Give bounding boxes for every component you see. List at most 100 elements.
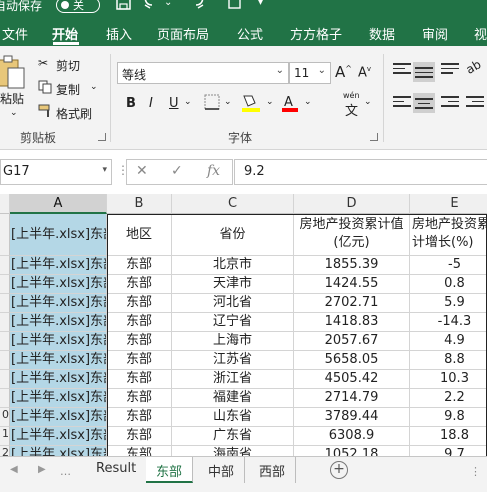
cell-province[interactable]: 山东省 xyxy=(172,408,294,427)
align-left-icon[interactable] xyxy=(393,93,411,109)
cell-investment[interactable]: 6308.9 xyxy=(294,427,410,446)
cell-province[interactable]: 北京市 xyxy=(172,256,294,275)
cell-province[interactable]: 江苏省 xyxy=(172,351,294,370)
cell-province[interactable]: 海南省 xyxy=(172,446,294,456)
tab-view[interactable]: 视 xyxy=(474,24,487,43)
cell-province[interactable]: 广东省 xyxy=(172,427,294,446)
decrease-indent-icon[interactable] xyxy=(466,93,484,109)
row-header[interactable] xyxy=(0,313,10,332)
align-right-icon[interactable] xyxy=(441,93,459,109)
bold-button[interactable]: B xyxy=(126,96,136,111)
cell-province[interactable]: 浙江省 xyxy=(172,370,294,389)
cell-investment[interactable]: 1855.39 xyxy=(294,256,410,275)
new-file-icon[interactable] xyxy=(228,0,242,15)
cell-investment[interactable]: 4505.42 xyxy=(294,370,410,389)
fill-color-dropdown-icon[interactable]: ⌄ xyxy=(266,97,274,107)
tab-review[interactable]: 审阅 xyxy=(422,24,448,43)
cell-region[interactable]: 东部 xyxy=(107,256,172,275)
cut-button[interactable]: 剪切 xyxy=(56,57,80,74)
cell-source[interactable]: [上半年.xlsx]东部 xyxy=(10,256,107,275)
row-header[interactable] xyxy=(0,370,10,389)
scroll-left-icon[interactable]: ◀ xyxy=(10,464,18,475)
sheet-tab-result[interactable]: Result xyxy=(86,457,148,483)
cell-region[interactable]: 东部 xyxy=(107,389,172,408)
cell-growth[interactable]: -5 xyxy=(410,256,487,275)
cell-source[interactable]: [上半年.xlsx]东部 xyxy=(10,294,107,313)
cell-growth[interactable]: 10.3 xyxy=(410,370,487,389)
column-header-d[interactable]: D xyxy=(294,194,410,214)
name-box[interactable]: G17 ▾ xyxy=(0,159,112,185)
format-painter-button[interactable]: 格式刷 xyxy=(56,105,92,122)
tab-insert[interactable]: 插入 xyxy=(106,24,132,43)
cell-source[interactable]: [上半年.xlsx]东部 xyxy=(10,313,107,332)
column-header-c[interactable]: C xyxy=(172,194,294,214)
cell-source[interactable]: [上半年.xlsx]东部 xyxy=(10,351,107,370)
decrease-font-icon[interactable]: Av xyxy=(358,65,371,80)
tab-formulas[interactable]: 公式 xyxy=(237,24,263,43)
cell-e-header[interactable]: 房地产投资累计增长(%) xyxy=(410,214,487,256)
cell-source[interactable]: [上半年.xlsx]东部 xyxy=(10,370,107,389)
increase-font-icon[interactable]: A^ xyxy=(335,63,352,81)
cell-province[interactable]: 福建省 xyxy=(172,389,294,408)
orientation-icon[interactable]: ab xyxy=(464,57,484,77)
column-header-b[interactable]: B xyxy=(107,194,172,214)
undo-dropdown-icon[interactable]: ⌄ xyxy=(164,0,172,8)
row-header[interactable] xyxy=(0,275,10,294)
font-size-combo[interactable]: 11 ⌄ xyxy=(289,62,331,84)
cell-source[interactable]: [上半年.xlsx]东部 xyxy=(10,408,107,427)
tab-file[interactable]: 文件 xyxy=(2,24,28,43)
cut-icon[interactable]: ✂ xyxy=(38,56,48,70)
cell-growth[interactable]: 2.2 xyxy=(410,389,487,408)
cell-investment[interactable]: 5658.05 xyxy=(294,351,410,370)
italic-button[interactable]: I xyxy=(149,96,153,111)
row-header[interactable] xyxy=(0,332,10,351)
enter-icon[interactable]: ✓ xyxy=(171,163,183,179)
row-header[interactable]: 1 xyxy=(0,427,10,446)
font-name-combo[interactable]: 等线 ⌄ xyxy=(117,62,289,84)
sheet-tab-central[interactable]: 中部 xyxy=(198,457,246,483)
copy-dropdown-icon[interactable]: ⌄ xyxy=(90,82,98,92)
cell-investment[interactable]: 2702.71 xyxy=(294,294,410,313)
paste-button[interactable]: 粘贴 xyxy=(0,90,24,107)
column-header-e[interactable]: E xyxy=(410,194,487,214)
cell-region[interactable]: 东部 xyxy=(107,408,172,427)
align-center-icon[interactable] xyxy=(413,93,435,113)
borders-icon[interactable] xyxy=(204,94,220,114)
paste-dropdown-icon[interactable]: ⌄ xyxy=(10,108,18,118)
insert-function-icon[interactable]: fx xyxy=(207,163,220,179)
underline-button[interactable]: U xyxy=(169,96,179,111)
cell-growth[interactable]: 4.9 xyxy=(410,332,487,351)
copy-button[interactable]: 复制 xyxy=(56,81,80,98)
cell-region[interactable]: 东部 xyxy=(107,351,172,370)
cell-investment[interactable]: 2714.79 xyxy=(294,389,410,408)
font-launcher-icon[interactable] xyxy=(370,133,378,141)
row-header[interactable] xyxy=(0,351,10,370)
font-color-icon[interactable]: A xyxy=(280,93,300,117)
cell-source[interactable]: [上半年.xlsx]东部 xyxy=(10,389,107,408)
cell-region[interactable]: 东部 xyxy=(107,313,172,332)
select-all-corner[interactable] xyxy=(0,194,10,214)
copy-icon[interactable] xyxy=(38,80,52,97)
cell-investment[interactable]: 1418.83 xyxy=(294,313,410,332)
format-painter-icon[interactable] xyxy=(38,104,54,121)
cell-b-header[interactable]: 地区 xyxy=(107,214,172,256)
cell-region[interactable]: 东部 xyxy=(107,332,172,351)
cell-province[interactable]: 河北省 xyxy=(172,294,294,313)
tab-page-layout[interactable]: 页面布局 xyxy=(157,24,209,43)
cell-source[interactable]: [上半年.xlsx]东部 xyxy=(10,332,107,351)
clipboard-launcher-icon[interactable] xyxy=(98,133,106,141)
cell-region[interactable]: 东部 xyxy=(107,427,172,446)
align-bottom-icon[interactable] xyxy=(441,60,459,76)
cell-growth[interactable]: 0.8 xyxy=(410,275,487,294)
borders-dropdown-icon[interactable]: ⌄ xyxy=(224,97,232,107)
row-header[interactable]: 2 xyxy=(0,446,10,456)
cell-a-header[interactable]: [上半年.xlsx]东部 xyxy=(10,214,107,256)
tab-data[interactable]: 数据 xyxy=(369,24,395,43)
formula-input[interactable]: 9.2 xyxy=(234,159,487,185)
tab-fangfang[interactable]: 方方格子 xyxy=(290,24,342,43)
cell-investment[interactable]: 1424.55 xyxy=(294,275,410,294)
row-header[interactable] xyxy=(0,256,10,275)
cell-region[interactable]: 东部 xyxy=(107,275,172,294)
row-header[interactable] xyxy=(0,389,10,408)
underline-dropdown-icon[interactable]: ⌄ xyxy=(184,97,192,107)
